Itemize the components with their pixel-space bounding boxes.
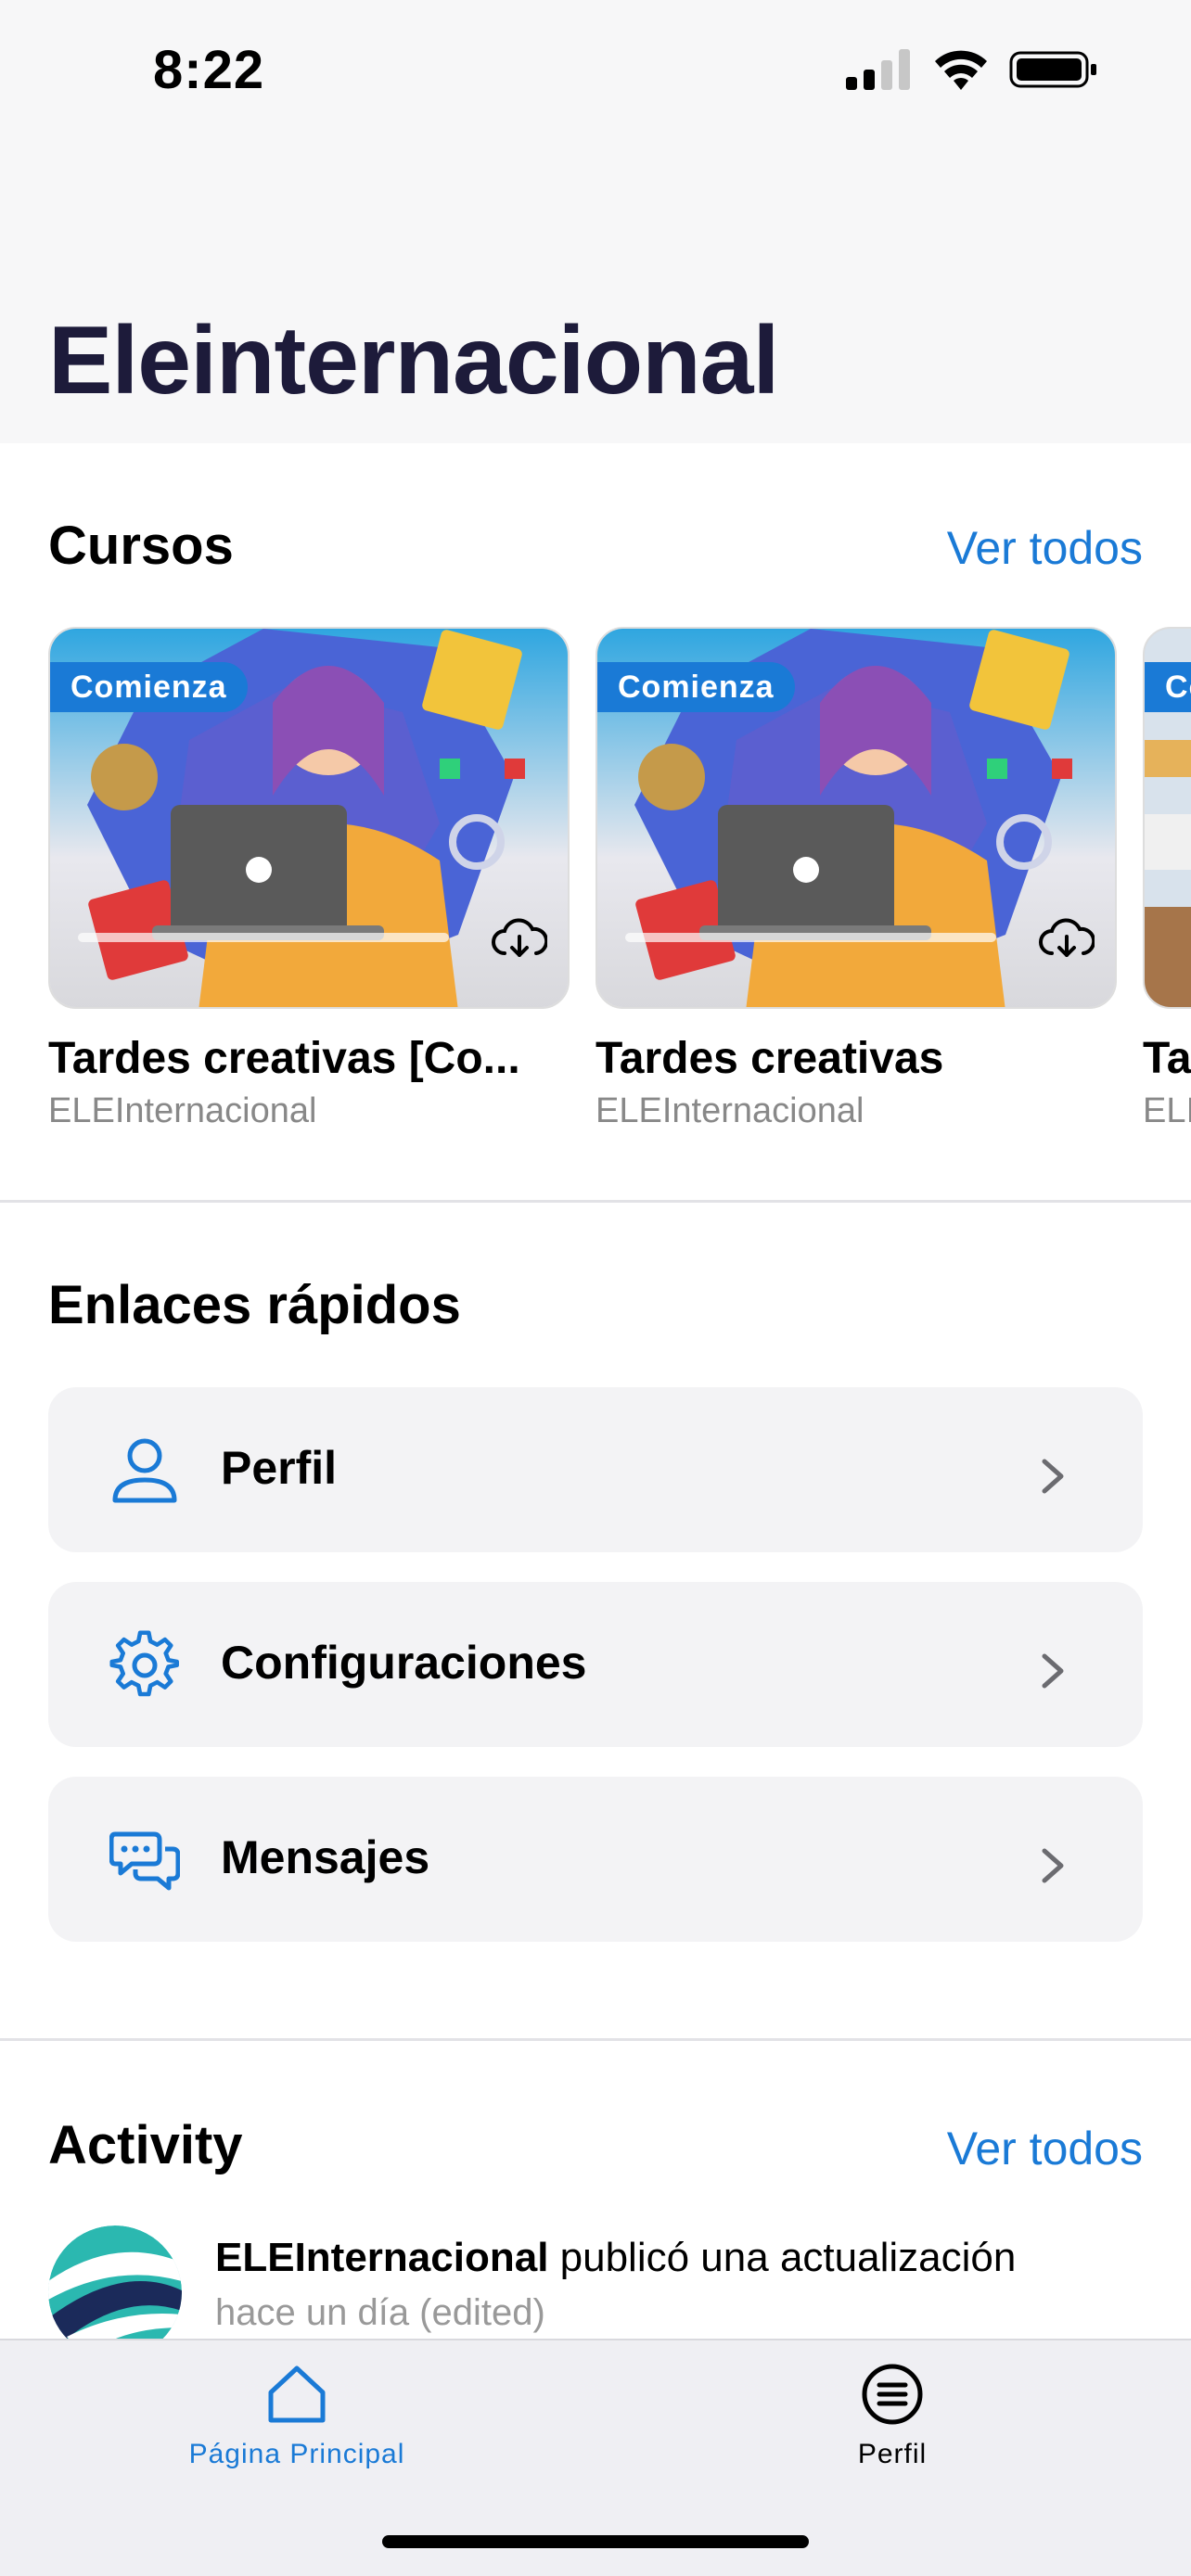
quick-link-label: Perfil — [221, 1442, 338, 1494]
battery-icon — [1009, 51, 1096, 88]
course-progress-bar — [78, 933, 449, 942]
section-divider — [0, 1200, 1191, 1203]
home-indicator[interactable] — [382, 2535, 809, 2548]
chevron-right-icon — [1042, 1848, 1064, 1883]
chevron-right-icon — [1042, 1653, 1064, 1689]
course-status-badge: Comienza — [50, 662, 248, 712]
list-circle-icon — [862, 2364, 923, 2425]
quick-link-perfil[interactable]: Perfil — [48, 1387, 1143, 1552]
status-icons — [846, 46, 1098, 93]
course-status-badge: Comienza — [597, 662, 795, 712]
page-title: Eleinternacional — [48, 307, 779, 414]
tab-perfil[interactable]: Perfil — [707, 2361, 1078, 2470]
chat-bubbles-icon — [109, 1831, 180, 1891]
tab-home[interactable]: Página Principal — [111, 2361, 482, 2470]
cloud-download-icon[interactable] — [492, 918, 547, 963]
course-author: ELI — [1143, 1091, 1191, 1130]
gear-icon — [109, 1630, 179, 1697]
course-status-badge: Co — [1145, 662, 1191, 712]
activity-timestamp: hace un día (edited) — [215, 2292, 545, 2333]
section-divider — [0, 2038, 1191, 2041]
course-author: ELEInternacional — [48, 1091, 317, 1130]
course-author: ELEInternacional — [596, 1091, 864, 1130]
cloud-download-icon[interactable] — [1039, 918, 1095, 963]
activity-section-title: Activity — [48, 2115, 243, 2175]
course-thumbnail[interactable]: Co — [1143, 627, 1191, 1009]
courses-carousel[interactable]: Comienza Tardes creativas [Co... ELEInte… — [48, 627, 1191, 1146]
activity-actor[interactable]: ELEInternacional — [215, 2235, 548, 2280]
activity-see-all-link[interactable]: Ver todos — [947, 2122, 1143, 2175]
activity-item[interactable]: ELEInternacional publicó una actualizaci… — [48, 2225, 1143, 2359]
tab-label: Página Principal — [188, 2439, 405, 2469]
course-card[interactable]: Comienza Tardes creativas [Co... ELEInte… — [48, 627, 570, 1131]
tab-label: Perfil — [857, 2439, 928, 2469]
status-time: 8:22 — [153, 40, 265, 100]
status-bar: 8:22 — [0, 0, 1191, 139]
course-title[interactable]: Ta — [1143, 1033, 1191, 1084]
courses-see-all-link[interactable]: Ver todos — [947, 521, 1143, 575]
chevron-right-icon — [1042, 1459, 1064, 1494]
tab-bar: Página Principal Perfil — [0, 2339, 1191, 2576]
course-title[interactable]: Tardes creativas — [596, 1033, 1117, 1084]
course-card[interactable]: Co Ta ELI — [1143, 627, 1191, 1131]
quick-link-label: Mensajes — [221, 1831, 430, 1883]
quick-links-title: Enlaces rápidos — [48, 1275, 461, 1335]
course-thumbnail[interactable]: Comienza — [48, 627, 570, 1009]
activity-text: ELEInternacional publicó una actualizaci… — [215, 2235, 1016, 2281]
course-title[interactable]: Tardes creativas [Co... — [48, 1033, 570, 1084]
course-card[interactable]: Comienza Tardes creativas ELEInternacion… — [596, 627, 1117, 1131]
house-icon — [268, 2366, 326, 2423]
courses-section-title: Cursos — [48, 516, 234, 576]
quick-link-label: Configuraciones — [221, 1637, 587, 1689]
course-progress-bar — [625, 933, 996, 942]
quick-link-mensajes[interactable]: Mensajes — [48, 1777, 1143, 1942]
activity-action: publicó una actualización — [548, 2235, 1017, 2280]
quick-link-configuraciones[interactable]: Configuraciones — [48, 1582, 1143, 1747]
course-thumbnail[interactable]: Comienza — [596, 627, 1117, 1009]
person-icon — [112, 1438, 177, 1503]
wifi-icon — [935, 50, 987, 90]
cellular-signal-icon — [846, 49, 910, 90]
